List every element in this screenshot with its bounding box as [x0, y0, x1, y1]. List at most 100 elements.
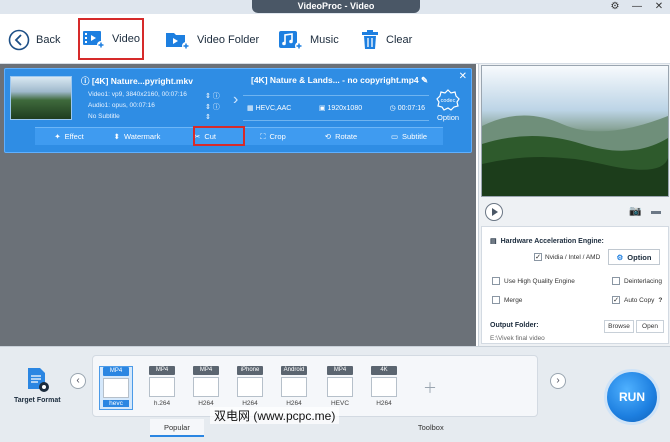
- run-button[interactable]: RUN: [604, 369, 660, 425]
- add-music-button[interactable]: Music: [278, 22, 339, 58]
- open-snapshot-folder-icon[interactable]: ▬: [651, 206, 661, 217]
- format-tag: 4K: [371, 366, 397, 375]
- snapshot-camera-icon[interactable]: 📷: [629, 206, 641, 217]
- toolbar: Back Video Video Folder Music Clear: [0, 14, 670, 64]
- deinterlacing-label: Deinterlacing: [624, 277, 662, 285]
- format-item-mp4-hevc-2[interactable]: MP4 HEVC: [323, 366, 357, 410]
- merge-check[interactable]: [492, 296, 500, 304]
- right-panel: 📷 ▬ ▤ Hardware Acceleration Engine: ✓ Nvid…: [478, 64, 670, 346]
- codec-option-icon[interactable]: codec: [433, 89, 463, 113]
- info-icon[interactable]: ⓘ: [81, 76, 92, 86]
- effect-button[interactable]: ✦ Effect: [35, 128, 103, 145]
- output-folder-label: Output Folder:: [490, 322, 539, 329]
- clear-label: Clear: [386, 34, 413, 46]
- clear-button[interactable]: Clear: [360, 22, 412, 58]
- clip-card[interactable]: ✕ ⓘ [4K] Nature...pyright.mkv Video1: vp…: [4, 68, 472, 153]
- crop-button[interactable]: ⛶ Crop: [239, 128, 307, 145]
- target-format-bar: Target Format ‹ MP4 hevc MP4 h.264 MP4 H…: [0, 346, 670, 442]
- format-tag: MP4: [149, 366, 175, 375]
- format-codec: H264: [242, 400, 258, 407]
- auto-copy-checkbox[interactable]: ✓ Auto Copy?: [612, 296, 662, 304]
- browse-button[interactable]: Browse: [604, 320, 634, 333]
- format-file-icon: [103, 378, 129, 398]
- video-label: Video: [112, 33, 140, 45]
- back-label: Back: [36, 34, 61, 46]
- rotate-label: Rotate: [335, 132, 358, 141]
- nvidia-check[interactable]: ✓: [534, 253, 542, 261]
- add-video-button[interactable]: Video: [78, 18, 144, 60]
- target-format-icon[interactable]: [26, 367, 50, 393]
- format-item-android[interactable]: Android H264: [277, 366, 311, 410]
- format-codec: H264: [198, 400, 214, 407]
- high-quality-checkbox[interactable]: Use High Quality Engine: [492, 277, 575, 285]
- settings-gear-icon[interactable]: ⚙: [610, 1, 620, 13]
- watermark-button[interactable]: ⬍ Watermark: [103, 128, 171, 145]
- clip-thumbnail[interactable]: [10, 76, 72, 120]
- audio-track-info-icon[interactable]: ⇕ ⓘ: [205, 102, 220, 112]
- title-bar: VideoProc - Video ⚙ — ✕: [0, 0, 670, 14]
- nvidia-label: Nvidia / Intel / AMD: [545, 253, 601, 261]
- play-button[interactable]: [485, 203, 503, 221]
- format-file-icon: [193, 377, 219, 397]
- trash-icon: [362, 30, 378, 49]
- video-track-info-icon[interactable]: ⇕ ⓘ: [205, 91, 220, 101]
- add-format-plus-icon[interactable]: ＋: [423, 378, 437, 398]
- format-codec: HEVC: [330, 400, 350, 407]
- format-item-mp4-hevc[interactable]: MP4 hevc: [99, 366, 133, 410]
- audio-track[interactable]: Audio1: opus, 00:07:16: [88, 102, 155, 109]
- site-watermark: 双电网 (www.pcpc.me): [210, 407, 340, 424]
- video-folder-label: Video Folder: [197, 34, 260, 46]
- subtitle-dropdown-icon[interactable]: ⇕: [205, 113, 211, 121]
- merge-checkbox[interactable]: Merge: [492, 296, 522, 304]
- format-codec: H264: [376, 400, 392, 407]
- subtitle-track[interactable]: No Subtitle: [88, 113, 120, 120]
- subtitle-button[interactable]: ▭ Subtitle: [375, 128, 443, 145]
- remove-clip-icon[interactable]: ✕: [459, 71, 467, 82]
- format-codec: hevc: [103, 400, 129, 407]
- play-icon: [492, 208, 498, 216]
- format-item-mp4-h264[interactable]: MP4 h.264: [145, 366, 179, 410]
- subtitle-label: Subtitle: [402, 132, 428, 141]
- tab-popular[interactable]: Popular: [150, 419, 204, 437]
- format-file-icon: [371, 377, 397, 397]
- deinterlacing-check[interactable]: [612, 277, 620, 285]
- auto-copy-check[interactable]: ✓: [612, 296, 620, 304]
- output-info: ▦ HEVC,AAC ▣ 1920x1080 ◷ 00:07:16: [243, 95, 429, 121]
- high-quality-check[interactable]: [492, 277, 500, 285]
- back-button[interactable]: Back: [8, 22, 60, 58]
- preview-controls: 📷 ▬: [481, 201, 669, 221]
- format-prev-arrow[interactable]: ‹: [70, 373, 86, 389]
- subtitle-icon: ▭: [390, 132, 399, 141]
- output-title[interactable]: [4K] Nature & Lands... - no copyright.mp…: [251, 75, 428, 86]
- minimize-icon[interactable]: —: [632, 1, 642, 13]
- nvidia-intel-amd-checkbox[interactable]: ✓ Nvidia / Intel / AMD: [534, 253, 600, 261]
- codec-option-label[interactable]: Option: [437, 113, 459, 122]
- add-video-folder-button[interactable]: Video Folder: [165, 22, 259, 58]
- merge-label: Merge: [504, 296, 523, 304]
- deinterlacing-checkbox[interactable]: Deinterlacing: [612, 277, 662, 285]
- watermark-icon: ⬍: [113, 132, 120, 141]
- cut-highlight-box: [193, 126, 245, 146]
- rotate-button[interactable]: ⟲ Rotate: [307, 128, 375, 145]
- format-item-iphone[interactable]: iPhone H264: [233, 366, 267, 410]
- open-button[interactable]: Open: [636, 320, 664, 333]
- format-next-arrow[interactable]: ›: [550, 373, 566, 389]
- close-icon[interactable]: ✕: [654, 1, 664, 13]
- window-controls: ⚙ — ✕: [610, 1, 664, 13]
- format-file-icon: [281, 377, 307, 397]
- output-resolution: ▣ 1920x1080: [318, 105, 363, 112]
- tab-toolbox[interactable]: Toolbox: [404, 419, 458, 437]
- auto-copy-help-icon[interactable]: ?: [658, 297, 662, 304]
- video-track[interactable]: Video1: vp9, 3840x2160, 00:07:16: [88, 91, 187, 98]
- hw-option-button[interactable]: ⚙ Option: [608, 249, 660, 265]
- window-title: VideoProc - Video: [252, 0, 420, 13]
- format-item-4k[interactable]: 4K H264: [367, 366, 401, 410]
- format-tag: MP4: [103, 367, 129, 376]
- format-item-mp4-h264-2[interactable]: MP4 H264: [189, 366, 223, 410]
- video-add-icon: [83, 31, 106, 49]
- output-duration-value: 00:07:16: [397, 105, 425, 112]
- effect-label: Effect: [64, 132, 84, 141]
- music-icon: [279, 31, 303, 50]
- preview-window[interactable]: [481, 65, 669, 197]
- edit-pencil-icon[interactable]: ✎: [421, 75, 428, 85]
